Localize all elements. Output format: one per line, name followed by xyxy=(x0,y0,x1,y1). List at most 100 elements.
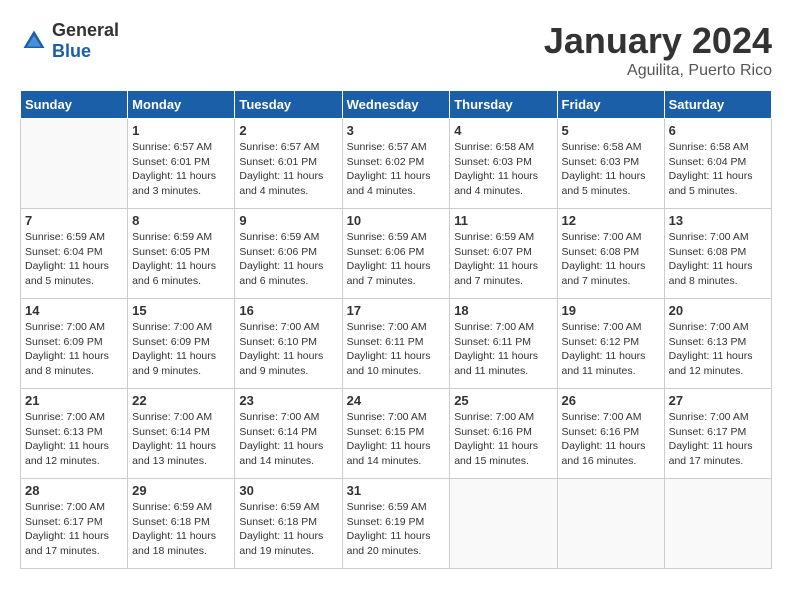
week-row-5: 28 Sunrise: 7:00 AM Sunset: 6:17 PM Dayli… xyxy=(21,479,772,569)
day-number: 4 xyxy=(454,123,552,138)
calendar-cell xyxy=(450,479,557,569)
calendar-cell: 8 Sunrise: 6:59 AM Sunset: 6:05 PM Daylig… xyxy=(128,209,235,299)
calendar-cell: 20Sunrise: 7:00 AM Sunset: 6:13 PM Dayli… xyxy=(664,299,771,389)
day-number: 24 xyxy=(347,393,446,408)
day-info: Sunrise: 7:00 AM Sunset: 6:12 PM Dayligh… xyxy=(562,320,660,379)
day-info: Sunrise: 7:00 AM Sunset: 6:11 PM Dayligh… xyxy=(454,320,552,379)
day-info: Sunrise: 6:59 AM Sunset: 6:06 PM Dayligh… xyxy=(239,230,337,289)
calendar-cell xyxy=(664,479,771,569)
calendar-cell: 17Sunrise: 7:00 AM Sunset: 6:11 PM Dayli… xyxy=(342,299,450,389)
day-info: Sunrise: 7:00 AM Sunset: 6:10 PM Dayligh… xyxy=(239,320,337,379)
day-info: Sunrise: 7:00 AM Sunset: 6:08 PM Dayligh… xyxy=(562,230,660,289)
calendar-cell: 3Sunrise: 6:57 AM Sunset: 6:02 PM Daylig… xyxy=(342,119,450,209)
calendar-cell: 28 Sunrise: 7:00 AM Sunset: 6:17 PM Dayli… xyxy=(21,479,128,569)
day-info: Sunrise: 6:59 AM Sunset: 6:06 PM Dayligh… xyxy=(347,230,446,289)
day-number: 21 xyxy=(25,393,123,408)
calendar-cell: 27Sunrise: 7:00 AM Sunset: 6:17 PM Dayli… xyxy=(664,389,771,479)
day-number: 26 xyxy=(562,393,660,408)
calendar-cell xyxy=(557,479,664,569)
calendar-cell: 21 Sunrise: 7:00 AM Sunset: 6:13 PM Dayli… xyxy=(21,389,128,479)
day-info: Sunrise: 7:00 AM Sunset: 6:16 PM Dayligh… xyxy=(562,410,660,469)
day-number: 18 xyxy=(454,303,552,318)
logo-general-text: General xyxy=(52,20,119,40)
calendar-cell: 6 Sunrise: 6:58 AM Sunset: 6:04 PM Daylig… xyxy=(664,119,771,209)
calendar-cell: 25Sunrise: 7:00 AM Sunset: 6:16 PM Dayli… xyxy=(450,389,557,479)
day-number: 22 xyxy=(132,393,230,408)
day-number: 20 xyxy=(669,303,767,318)
day-info: Sunrise: 6:58 AM Sunset: 6:04 PM Dayligh… xyxy=(669,140,767,199)
calendar-body: 1 Sunrise: 6:57 AM Sunset: 6:01 PM Daylig… xyxy=(21,119,772,569)
calendar-cell: 30 Sunrise: 6:59 AM Sunset: 6:18 PM Dayli… xyxy=(235,479,342,569)
calendar-cell: 4 Sunrise: 6:58 AM Sunset: 6:03 PM Daylig… xyxy=(450,119,557,209)
day-number: 6 xyxy=(669,123,767,138)
calendar-cell: 18 Sunrise: 7:00 AM Sunset: 6:11 PM Dayli… xyxy=(450,299,557,389)
day-number: 11 xyxy=(454,213,552,228)
calendar-cell: 15Sunrise: 7:00 AM Sunset: 6:09 PM Dayli… xyxy=(128,299,235,389)
calendar-cell: 1 Sunrise: 6:57 AM Sunset: 6:01 PM Daylig… xyxy=(128,119,235,209)
day-number: 1 xyxy=(132,123,230,138)
day-number: 13 xyxy=(669,213,767,228)
day-info: Sunrise: 6:59 AM Sunset: 6:18 PM Dayligh… xyxy=(132,500,230,559)
day-number: 23 xyxy=(239,393,337,408)
title-section: January 2024 Aguilita, Puerto Rico xyxy=(544,20,772,80)
calendar-cell: 26 Sunrise: 7:00 AM Sunset: 6:16 PM Dayli… xyxy=(557,389,664,479)
week-row-4: 21 Sunrise: 7:00 AM Sunset: 6:13 PM Dayli… xyxy=(21,389,772,479)
weekday-header-wednesday: Wednesday xyxy=(342,91,450,119)
day-number: 17 xyxy=(347,303,446,318)
day-number: 19 xyxy=(562,303,660,318)
calendar-cell: 16 Sunrise: 7:00 AM Sunset: 6:10 PM Dayli… xyxy=(235,299,342,389)
calendar-cell: 11 Sunrise: 6:59 AM Sunset: 6:07 PM Dayli… xyxy=(450,209,557,299)
day-info: Sunrise: 6:58 AM Sunset: 6:03 PM Dayligh… xyxy=(454,140,552,199)
month-title: January 2024 xyxy=(544,20,772,62)
day-info: Sunrise: 7:00 AM Sunset: 6:17 PM Dayligh… xyxy=(25,500,123,559)
calendar-cell: 9 Sunrise: 6:59 AM Sunset: 6:06 PM Daylig… xyxy=(235,209,342,299)
day-number: 28 xyxy=(25,483,123,498)
calendar-cell: 19 Sunrise: 7:00 AM Sunset: 6:12 PM Dayli… xyxy=(557,299,664,389)
day-info: Sunrise: 6:58 AM Sunset: 6:03 PM Dayligh… xyxy=(562,140,660,199)
day-info: Sunrise: 6:57 AM Sunset: 6:01 PM Dayligh… xyxy=(239,140,337,199)
calendar-cell: 10Sunrise: 6:59 AM Sunset: 6:06 PM Dayli… xyxy=(342,209,450,299)
day-number: 14 xyxy=(25,303,123,318)
day-info: Sunrise: 7:00 AM Sunset: 6:08 PM Dayligh… xyxy=(669,230,767,289)
day-info: Sunrise: 6:59 AM Sunset: 6:18 PM Dayligh… xyxy=(239,500,337,559)
day-info: Sunrise: 7:00 AM Sunset: 6:15 PM Dayligh… xyxy=(347,410,446,469)
week-row-2: 7 Sunrise: 6:59 AM Sunset: 6:04 PM Daylig… xyxy=(21,209,772,299)
logo-blue-text: Blue xyxy=(52,41,91,61)
day-number: 31 xyxy=(347,483,446,498)
calendar-cell xyxy=(21,119,128,209)
calendar-cell: 31 Sunrise: 6:59 AM Sunset: 6:19 PM Dayli… xyxy=(342,479,450,569)
day-number: 9 xyxy=(239,213,337,228)
day-info: Sunrise: 6:59 AM Sunset: 6:04 PM Dayligh… xyxy=(25,230,123,289)
day-info: Sunrise: 6:59 AM Sunset: 6:07 PM Dayligh… xyxy=(454,230,552,289)
day-number: 3 xyxy=(347,123,446,138)
calendar-cell: 22 Sunrise: 7:00 AM Sunset: 6:14 PM Dayli… xyxy=(128,389,235,479)
logo: General Blue xyxy=(20,20,119,62)
day-number: 16 xyxy=(239,303,337,318)
day-info: Sunrise: 6:57 AM Sunset: 6:01 PM Dayligh… xyxy=(132,140,230,199)
day-number: 30 xyxy=(239,483,337,498)
day-info: Sunrise: 7:00 AM Sunset: 6:14 PM Dayligh… xyxy=(132,410,230,469)
calendar-cell: 12 Sunrise: 7:00 AM Sunset: 6:08 PM Dayli… xyxy=(557,209,664,299)
weekday-header-tuesday: Tuesday xyxy=(235,91,342,119)
day-info: Sunrise: 6:59 AM Sunset: 6:05 PM Dayligh… xyxy=(132,230,230,289)
day-number: 15 xyxy=(132,303,230,318)
day-number: 2 xyxy=(239,123,337,138)
day-number: 5 xyxy=(562,123,660,138)
day-number: 25 xyxy=(454,393,552,408)
weekday-header-sunday: Sunday xyxy=(21,91,128,119)
day-info: Sunrise: 6:59 AM Sunset: 6:19 PM Dayligh… xyxy=(347,500,446,559)
calendar-cell: 13 Sunrise: 7:00 AM Sunset: 6:08 PM Dayli… xyxy=(664,209,771,299)
day-number: 7 xyxy=(25,213,123,228)
day-number: 12 xyxy=(562,213,660,228)
week-row-3: 14Sunrise: 7:00 AM Sunset: 6:09 PM Dayli… xyxy=(21,299,772,389)
calendar-cell: 14Sunrise: 7:00 AM Sunset: 6:09 PM Dayli… xyxy=(21,299,128,389)
weekday-header-thursday: Thursday xyxy=(450,91,557,119)
day-info: Sunrise: 7:00 AM Sunset: 6:13 PM Dayligh… xyxy=(25,410,123,469)
calendar-cell: 5 Sunrise: 6:58 AM Sunset: 6:03 PM Daylig… xyxy=(557,119,664,209)
calendar-cell: 7 Sunrise: 6:59 AM Sunset: 6:04 PM Daylig… xyxy=(21,209,128,299)
day-info: Sunrise: 7:00 AM Sunset: 6:17 PM Dayligh… xyxy=(669,410,767,469)
calendar-cell: 2 Sunrise: 6:57 AM Sunset: 6:01 PM Daylig… xyxy=(235,119,342,209)
day-number: 8 xyxy=(132,213,230,228)
location-title: Aguilita, Puerto Rico xyxy=(544,62,772,80)
week-row-1: 1 Sunrise: 6:57 AM Sunset: 6:01 PM Daylig… xyxy=(21,119,772,209)
